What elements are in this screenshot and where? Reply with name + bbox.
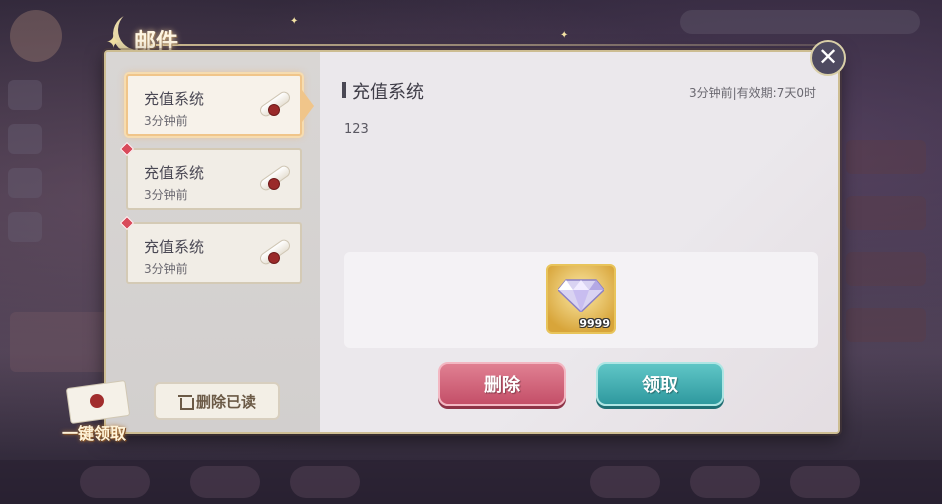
bottom-nav-item-bg [690, 466, 760, 498]
mail-item-title: 充值系统 [144, 164, 205, 182]
side-tab-bg [846, 252, 926, 286]
reward-item[interactable]: 9999 [546, 264, 616, 334]
mail-item-title: 充值系统 [144, 90, 205, 108]
trash-icon [177, 393, 194, 410]
bottom-nav-item-bg [80, 466, 150, 498]
mail-detail-title: 充值系统 [352, 82, 424, 103]
delete-read-button[interactable]: 删除已读 [154, 382, 280, 420]
unread-dot-icon [119, 215, 135, 231]
mail-detail: 充值系统 3分钟前|有效期:7天0时 123 9999 删除 领取 [320, 52, 838, 432]
mail-list-item[interactable]: 充值系统 3分钟前 [119, 141, 302, 210]
mail-item-time: 3分钟前 [144, 188, 188, 202]
bottom-nav-item-bg [290, 466, 360, 498]
bottom-nav-item-bg [590, 466, 660, 498]
mail-list: 充值系统 3分钟前 充值系统 3分钟前 充值系统 3分钟前 删除已读 [106, 52, 320, 432]
scroll-icon [254, 88, 293, 126]
mail-list-item[interactable]: 充值系统 3分钟前 [119, 215, 302, 284]
close-button[interactable]: ✕ [810, 40, 846, 76]
mail-panel: 充值系统 3分钟前 充值系统 3分钟前 充值系统 3分钟前 删除已读 充值系统 … [104, 50, 840, 434]
side-tab-bg [846, 308, 926, 342]
mail-item-time: 3分钟前 [144, 262, 188, 276]
title-underline [150, 44, 830, 46]
reward-count: 9999 [579, 317, 610, 330]
scroll-icon [254, 162, 293, 200]
delete-button[interactable]: 删除 [438, 362, 566, 406]
delete-read-label: 删除已读 [195, 392, 256, 411]
resource-bar-bg [680, 10, 920, 34]
reward-box: 9999 [344, 252, 818, 348]
side-icon-bg [8, 124, 42, 154]
mail-detail-meta: 3分钟前|有效期:7天0时 [689, 86, 816, 100]
bottom-nav-item-bg [790, 466, 860, 498]
promo-banner-bg [10, 312, 110, 372]
side-tab-bg [846, 196, 926, 230]
sparkle-icon: ✦ [560, 30, 569, 41]
unread-dot-icon [119, 141, 135, 157]
side-icon-bg [8, 168, 42, 198]
mail-detail-body: 123 [344, 122, 369, 137]
mail-list-item[interactable]: 充值系统 3分钟前 [126, 74, 314, 136]
sparkle-icon: ✦ [290, 16, 299, 27]
side-icon-bg [8, 80, 42, 110]
side-icon-bg [8, 212, 42, 242]
mail-item-title: 充值系统 [144, 238, 205, 256]
scroll-icon [254, 236, 293, 274]
player-avatar-bg [10, 10, 62, 62]
bottom-nav-item-bg [190, 466, 260, 498]
claim-all-button[interactable]: 一键领取 [62, 420, 126, 444]
side-tab-bg [846, 140, 926, 174]
title-accent-bar [342, 82, 346, 98]
claim-button[interactable]: 领取 [596, 362, 724, 406]
diamond-icon [558, 279, 604, 312]
mail-item-time: 3分钟前 [144, 114, 188, 128]
claim-all-envelope-icon[interactable] [62, 378, 134, 425]
